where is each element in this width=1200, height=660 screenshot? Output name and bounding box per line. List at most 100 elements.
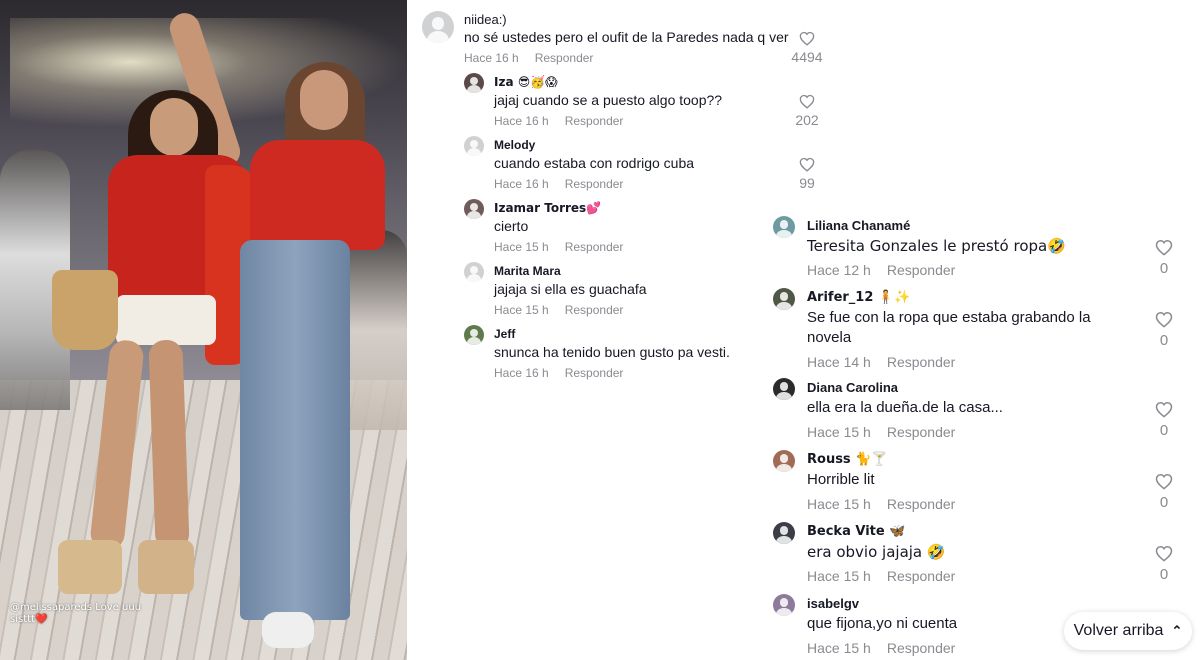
comment-text: Horrible lit xyxy=(807,471,875,488)
like-button[interactable]: 0 xyxy=(1148,239,1180,277)
reply-button[interactable]: Responder xyxy=(565,303,624,317)
comment-text: Se fue con la ropa que estaba grabando l… xyxy=(807,309,1091,326)
comment-time: Hace 15 h xyxy=(494,240,549,254)
comment-username[interactable]: Izamar Torres💕 xyxy=(494,201,601,215)
comment-username[interactable]: niidea:) xyxy=(464,12,507,27)
comment-text-line-2: novela xyxy=(807,329,852,346)
heart-icon xyxy=(1155,311,1173,328)
like-button[interactable]: 0 xyxy=(1148,545,1180,583)
avatar[interactable] xyxy=(464,73,484,93)
reply-button[interactable]: Responder xyxy=(565,177,624,191)
comment-username[interactable]: Becka Vite 🦋 xyxy=(807,524,905,539)
comment-username[interactable]: isabelgv xyxy=(807,596,859,611)
reply-button[interactable]: Responder xyxy=(887,262,956,278)
comment-time: Hace 16 h xyxy=(494,366,549,380)
comment-meta: Hace 15 h Responder xyxy=(807,640,955,656)
comment-time: Hace 16 h xyxy=(494,114,549,128)
reply-button[interactable]: Responder xyxy=(565,240,624,254)
avatar[interactable] xyxy=(773,216,795,238)
reply-button[interactable]: Responder xyxy=(535,51,594,65)
reply-button[interactable]: Responder xyxy=(887,496,956,512)
comment-username[interactable]: Marita Mara xyxy=(494,264,561,278)
heart-icon xyxy=(799,31,815,46)
comment-time: Hace 15 h xyxy=(807,640,871,656)
comment-time: Hace 15 h xyxy=(494,303,549,317)
reply-button[interactable]: Responder xyxy=(887,424,956,440)
comment-time: Hace 15 h xyxy=(807,568,871,584)
comment-meta: Hace 16 h Responder xyxy=(494,177,623,191)
white-sneaker xyxy=(262,612,314,648)
comment-time: Hace 15 h xyxy=(807,424,871,440)
back-to-top-label: Volver arriba xyxy=(1073,622,1164,639)
comment-text: snunca ha tenido buen gusto pa vesti. xyxy=(494,344,730,360)
like-count: 0 xyxy=(1159,566,1169,583)
comment-username[interactable]: Iza 😎🥳😱 xyxy=(494,75,558,89)
comment-meta: Hace 16 h Responder xyxy=(464,51,593,65)
avatar[interactable] xyxy=(464,262,484,282)
comment-meta: Hace 16 h Responder xyxy=(494,366,623,380)
comment-time: Hace 16 h xyxy=(464,51,519,65)
like-count: 0 xyxy=(1159,422,1169,439)
comment-time: Hace 16 h xyxy=(494,177,549,191)
comment-meta: Hace 15 h Responder xyxy=(807,424,955,440)
comment-text: cuando estaba con rodrigo cuba xyxy=(494,155,695,171)
reply-button[interactable]: Responder xyxy=(887,568,956,584)
avatar[interactable] xyxy=(422,11,454,43)
video-caption: @melissapareds Love uuu sisttt❤️ xyxy=(10,602,142,625)
like-count: 0 xyxy=(1159,494,1169,511)
heart-icon xyxy=(1155,473,1173,490)
comment-text: Teresita Gonzales le prestó ropa🤣 xyxy=(807,237,1066,255)
like-count: 0 xyxy=(1159,332,1169,349)
avatar[interactable] xyxy=(773,450,795,472)
comment-meta: Hace 15 h Responder xyxy=(494,240,623,254)
comment-meta: Hace 16 h Responder xyxy=(494,114,623,128)
comment-username[interactable]: Diana Carolina xyxy=(807,380,898,395)
comment-text: era obvio jajaja 🤣 xyxy=(807,543,946,561)
comment-username[interactable]: Liliana Chanamé xyxy=(807,218,910,233)
like-count: 4494 xyxy=(791,49,823,65)
comment-text: no sé ustedes pero el oufit de la Parede… xyxy=(464,29,789,45)
comment-username[interactable]: Melody xyxy=(494,138,535,152)
video-frame-photo: @melissapareds Love uuu sisttt❤️ xyxy=(0,0,407,660)
like-button[interactable]: 0 xyxy=(1148,311,1180,349)
avatar[interactable] xyxy=(773,522,795,544)
comment-text: jajaj cuando se a puesto algo toop?? xyxy=(494,92,723,108)
reply-button[interactable]: Responder xyxy=(887,640,956,656)
comment-time: Hace 14 h xyxy=(807,354,871,370)
comment-time: Hace 12 h xyxy=(807,262,871,278)
comment-username[interactable]: Rouss 🐈🍸 xyxy=(807,452,888,467)
comment-meta: Hace 15 h Responder xyxy=(807,496,955,512)
heart-icon xyxy=(799,94,815,109)
avatar[interactable] xyxy=(773,378,795,400)
straw-bag xyxy=(52,270,118,350)
heart-icon xyxy=(1155,239,1173,256)
background-person-right xyxy=(345,230,407,430)
comment-time: Hace 15 h xyxy=(807,496,871,512)
like-button[interactable]: 0 xyxy=(1148,473,1180,511)
comment-meta: Hace 14 h Responder xyxy=(807,354,955,370)
comment-username[interactable]: Arifer_12 🧍✨ xyxy=(807,290,910,305)
heart-icon xyxy=(1155,401,1173,418)
comment-username[interactable]: Jeff xyxy=(494,327,515,341)
like-button[interactable]: 99 xyxy=(787,157,827,191)
reply-button[interactable]: Responder xyxy=(887,354,956,370)
heart-icon xyxy=(1155,545,1173,562)
like-button[interactable]: 202 xyxy=(787,94,827,128)
reply-button[interactable]: Responder xyxy=(565,366,624,380)
double-chevron-up-icon: ⌃ xyxy=(1171,623,1183,638)
like-button[interactable]: 4494 xyxy=(787,31,827,65)
comment-meta: Hace 12 h Responder xyxy=(807,262,955,278)
comment-text: jajaja si ella es guachafa xyxy=(494,281,647,297)
avatar[interactable] xyxy=(773,288,795,310)
avatar[interactable] xyxy=(464,199,484,219)
woman-left-face xyxy=(150,98,198,156)
avatar[interactable] xyxy=(773,594,795,616)
reply-button[interactable]: Responder xyxy=(565,114,624,128)
avatar[interactable] xyxy=(464,136,484,156)
heart-icon xyxy=(799,157,815,172)
like-button[interactable]: 0 xyxy=(1148,401,1180,439)
back-to-top-button[interactable]: Volver arriba ⌃ xyxy=(1064,612,1192,650)
avatar[interactable] xyxy=(464,325,484,345)
comment-text: cierto xyxy=(494,218,529,234)
like-count: 0 xyxy=(1159,260,1169,277)
